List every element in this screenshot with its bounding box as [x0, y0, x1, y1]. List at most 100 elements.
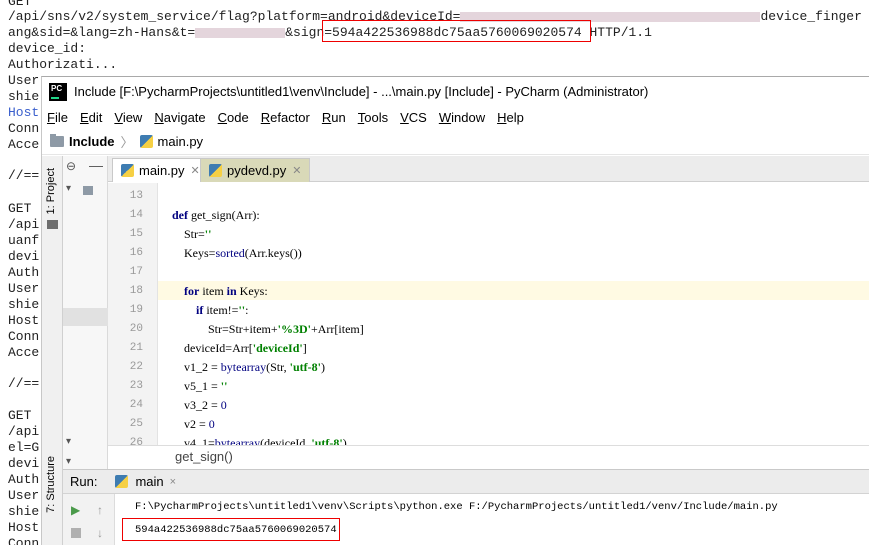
tab-main-py[interactable]: main.py ✕	[112, 158, 209, 182]
background-text-line: Authorizati...	[8, 57, 118, 72]
menu-item-window[interactable]: Window	[439, 110, 485, 125]
background-text-line: Acce	[8, 345, 40, 360]
line-number: 23	[129, 380, 143, 392]
line-number: 13	[129, 190, 143, 202]
line-number: 25	[129, 418, 143, 430]
menu-item-edit[interactable]: Edit	[80, 110, 102, 125]
background-text-line: Conn	[8, 121, 40, 136]
background-text-line: //==	[8, 168, 40, 183]
code-line: def get_sign(Arr):	[172, 208, 260, 222]
code-line: if item!='':	[196, 303, 249, 317]
background-text-line: shie	[8, 504, 40, 519]
line-number: 15	[129, 228, 143, 240]
background-text-line: /api	[8, 217, 40, 232]
chevron-right-icon: 〉	[120, 135, 134, 150]
tool-tab-structure[interactable]: 7: Structure	[45, 456, 57, 513]
background-text-line: Conn	[8, 329, 40, 344]
menu-item-navigate[interactable]: Navigate	[154, 110, 205, 125]
run-config-tab[interactable]: main	[135, 474, 163, 489]
menu-item-view[interactable]: View	[114, 110, 142, 125]
editor-tabs: main.py ✕ pydevd.py ✕	[108, 156, 869, 182]
line-number: 21	[129, 342, 143, 354]
code-line: Keys=sorted(Arr.keys())	[172, 246, 302, 260]
menu-item-help[interactable]: Help	[497, 110, 524, 125]
menu-bar: File Edit View Navigate Code Refactor Run Tools…	[42, 106, 869, 128]
line-number: 16	[129, 247, 143, 259]
left-tool-strip: 1: Project 7: Structure	[42, 156, 63, 545]
tool-tab-project[interactable]: 1: Project	[45, 168, 57, 214]
redacted-text	[195, 27, 286, 38]
chevron-down-icon[interactable]: ▾	[66, 456, 71, 467]
menu-item-refactor[interactable]: Refactor	[261, 110, 310, 125]
navigation-bar: Include 〉 main.py	[42, 129, 869, 155]
background-text-line: GET	[8, 408, 32, 423]
line-number: 22	[129, 361, 143, 373]
line-number: 20	[129, 323, 143, 335]
collapse-icon[interactable]: ⊖	[66, 159, 76, 173]
background-text-line: User	[8, 73, 40, 88]
close-icon[interactable]: ×	[170, 476, 176, 488]
code-editor[interactable]: def get_sign(Arr): Str='' Keys=sorted(Ar…	[158, 183, 869, 445]
nav-file-main[interactable]: main.py	[158, 134, 204, 149]
line-number: 19	[129, 304, 143, 316]
background-text-line: el=G	[8, 440, 40, 455]
background-text-line: User	[8, 488, 40, 503]
pycharm-window: PC Include [F:\PycharmProjects\untitled1…	[41, 76, 869, 545]
python-file-icon	[121, 164, 134, 177]
background-text-line: //==	[8, 376, 40, 391]
background-text-line: Auth	[8, 265, 40, 280]
minimize-icon[interactable]: —	[89, 157, 103, 173]
menu-item-tools[interactable]: Tools	[358, 110, 388, 125]
nav-folder-include[interactable]: Include	[69, 134, 115, 149]
background-text-line: Auth	[8, 472, 40, 487]
code-line: Str=Str+item+'%3D'+Arr[item]	[172, 322, 364, 336]
close-icon[interactable]: ✕	[191, 164, 200, 177]
background-text-line: /api	[8, 424, 40, 439]
chevron-down-icon[interactable]: ▾	[66, 183, 71, 194]
background-text-line: devi	[8, 456, 40, 471]
background-text-line: Conn	[8, 536, 40, 545]
run-command: F:\PycharmProjects\untitled1\venv\Script…	[135, 501, 778, 513]
up-arrow-icon[interactable]: ↑	[97, 503, 103, 517]
line-number-gutter: 13 14 15 16 17 18 19 20 21 22 23 24 25 26	[108, 183, 158, 449]
code-line: v4_1=bytearray(deviceId, 'utf-8')	[172, 436, 347, 445]
title-bar: PC Include [F:\PycharmProjects\untitled1…	[42, 77, 869, 106]
stop-icon[interactable]	[71, 528, 81, 538]
python-run-icon	[115, 475, 129, 488]
pycharm-logo-icon: PC	[49, 82, 67, 101]
line-number: 18	[129, 285, 143, 297]
background-text-line: Host	[8, 313, 40, 328]
menu-item-run[interactable]: Run	[322, 110, 346, 125]
python-file-icon	[139, 135, 153, 148]
function-crumb[interactable]: get_sign()	[175, 449, 233, 464]
line-number: 14	[129, 209, 143, 221]
selected-tree-row[interactable]	[63, 308, 108, 326]
menu-item-file[interactable]: File	[47, 110, 68, 125]
python-file-icon	[209, 164, 222, 177]
project-folder-icon	[47, 220, 58, 229]
tab-pydevd-py[interactable]: pydevd.py ✕	[200, 158, 311, 182]
code-line: v5_1 = ''	[172, 379, 228, 393]
chevron-down-icon[interactable]: ▾	[66, 436, 71, 447]
code-line: Str=''	[172, 227, 212, 241]
window-title: Include [F:\PycharmProjects\untitled1\ve…	[74, 84, 649, 99]
close-icon[interactable]: ✕	[292, 164, 301, 177]
run-label: Run:	[70, 474, 98, 489]
menu-item-code[interactable]: Code	[218, 110, 249, 125]
folder-icon	[50, 134, 64, 147]
background-text-line: Host	[8, 105, 40, 120]
menu-item-vcs[interactable]: VCS	[400, 110, 427, 125]
background-text-line: GET	[8, 201, 32, 216]
sign-highlight-box	[322, 20, 591, 42]
background-text-line: uanf	[8, 233, 40, 248]
rerun-icon[interactable]: ▶	[71, 503, 80, 517]
run-toolbar: ▶ ↑ ↓	[63, 494, 115, 545]
background-text-line: devi	[8, 249, 40, 264]
down-arrow-icon[interactable]: ↓	[97, 526, 103, 540]
line-number: 17	[129, 266, 143, 278]
background-text-line: User	[8, 281, 40, 296]
run-header: Run: main ×	[63, 470, 869, 494]
background-text-line: Acce	[8, 137, 40, 152]
code-line: v1_2 = bytearray(Str, 'utf-8')	[172, 360, 325, 374]
code-line: v2 = 0	[172, 417, 215, 431]
